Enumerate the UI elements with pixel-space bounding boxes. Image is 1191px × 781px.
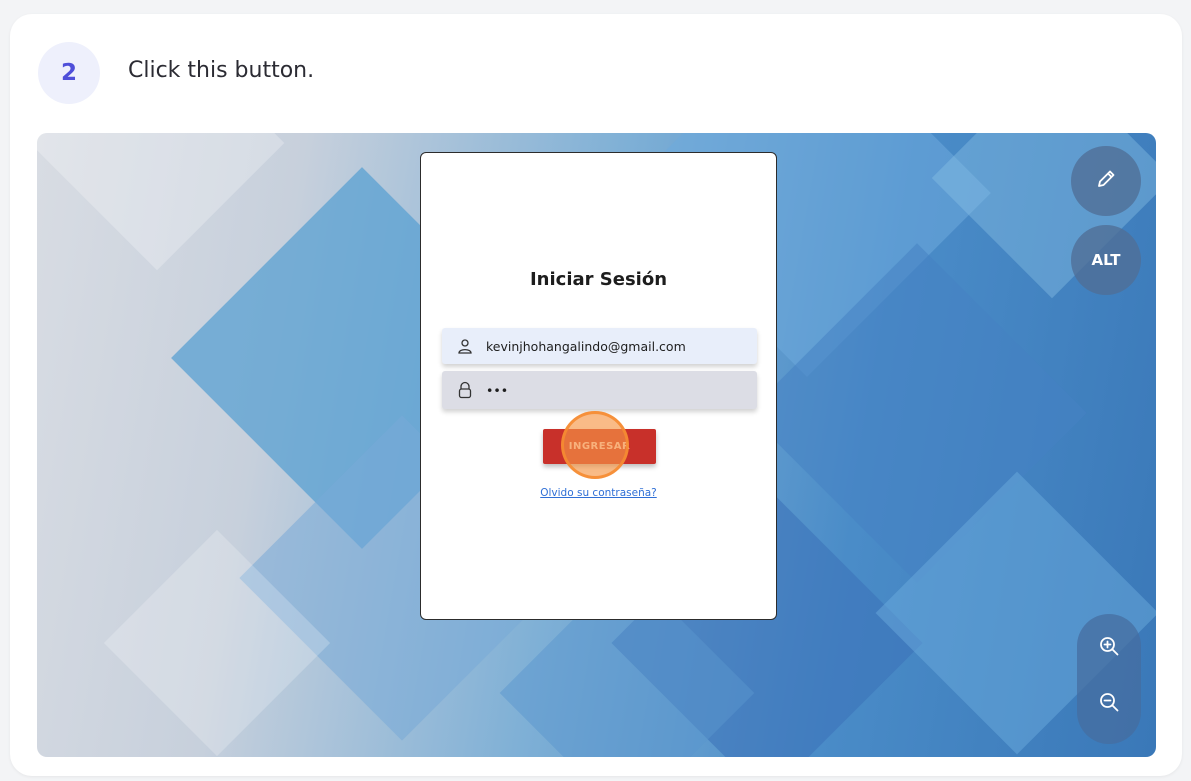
ingresar-button[interactable]: INGRESAR [543,429,656,464]
zoom-out-button[interactable] [1077,672,1141,736]
zoom-controls [1077,614,1141,744]
zoom-in-icon [1098,635,1120,661]
background-shape [37,133,285,271]
password-field[interactable]: ••• [442,371,757,409]
zoom-out-icon [1098,691,1120,717]
edit-button[interactable] [1071,146,1141,216]
user-icon [456,337,474,355]
pencil-icon [1095,168,1117,194]
login-title: Iniciar Sesión [529,269,668,290]
zoom-in-button[interactable] [1077,616,1141,680]
alt-text-button[interactable]: ALT [1071,225,1141,295]
lock-icon [456,381,474,399]
password-value: ••• [486,382,509,398]
step-card: 2 Click this button. Iniciar Sesión kevi… [10,14,1182,776]
email-field[interactable]: kevinjhohangalindo@gmail.com [442,328,757,364]
forgot-password-link[interactable]: Olvido su contraseña? [421,487,776,499]
step-instruction: Click this button. [128,58,315,83]
email-value: kevinjhohangalindo@gmail.com [486,338,686,354]
login-panel: Iniciar Sesión kevinjhohangalindo@gmail.… [420,152,777,620]
step-screenshot: Iniciar Sesión kevinjhohangalindo@gmail.… [37,133,1156,757]
step-number-badge: 2 [38,42,100,104]
